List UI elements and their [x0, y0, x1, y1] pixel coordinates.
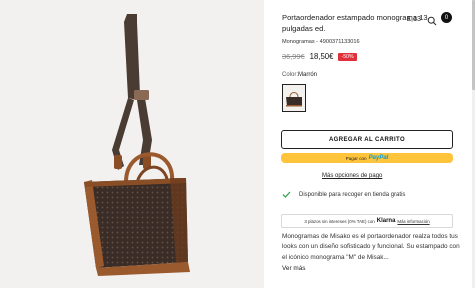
color-value: Marrón — [298, 72, 318, 78]
price-row: 36,99€ 18,50€ -50% — [282, 52, 357, 61]
klarna-installments: 3 plazos sin intereses (0% TAE) con Klar… — [281, 214, 453, 228]
product-subtitle: Monogramas - 4900371133016 — [282, 39, 360, 45]
klarna-logo: Klarna — [376, 218, 396, 224]
pickup-availability: Disponible para recoger en tienda gratis — [282, 191, 405, 198]
paypal-button[interactable]: Pagar con PayPal — [281, 153, 453, 163]
old-price: 36,99€ — [282, 52, 305, 61]
search-icon[interactable] — [427, 13, 437, 26]
header-actions: £,13 — [407, 12, 437, 26]
paypal-prefix: Pagar con — [345, 155, 367, 161]
product-image[interactable] — [0, 0, 264, 288]
product-description: Monogramas de Misako es el portaordenado… — [282, 233, 460, 261]
bag-icon[interactable]: 0 — [441, 12, 452, 23]
paypal-logo: PayPal — [369, 155, 389, 161]
color-swatch-marron[interactable] — [282, 84, 306, 112]
klarna-info-link[interactable]: Más información — [397, 219, 429, 224]
color-label: Color:Marrón — [282, 72, 318, 78]
header-price: £,13 — [407, 13, 421, 23]
swatch-bag-icon — [286, 92, 302, 107]
check-icon — [282, 191, 291, 198]
more-payment-options-link[interactable]: Más opciones de pago — [322, 173, 382, 179]
paypal-brand-pal: Pal — [379, 155, 389, 161]
discount-badge: -50% — [338, 52, 357, 61]
paypal-brand-pay: Pay — [368, 155, 380, 161]
new-price: 18,50€ — [309, 52, 334, 61]
bag-illustration — [84, 14, 190, 276]
see-more-link[interactable]: Ver más — [282, 265, 305, 272]
pickup-text: Disponible para recoger en tienda gratis — [299, 191, 406, 198]
klarna-text: 3 plazos sin intereses (0% TAE) con — [304, 218, 375, 224]
bag-count: 0 — [444, 14, 449, 21]
product-info-panel: Portaordenador estampado monograma 13 pu… — [264, 0, 475, 288]
add-to-cart-button[interactable]: AGREGAR AL CARRITO — [281, 130, 453, 149]
